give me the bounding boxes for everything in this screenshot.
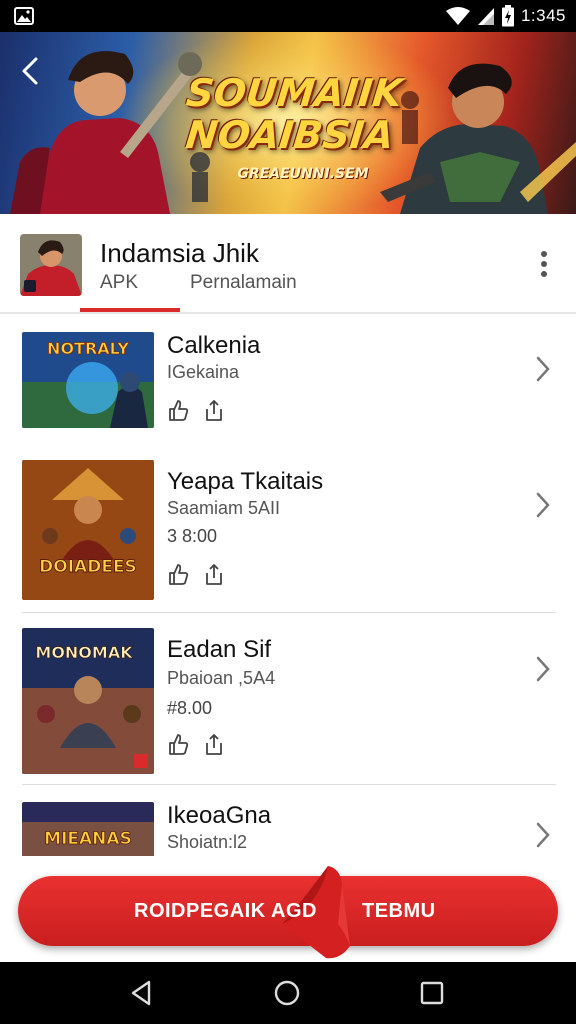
nav-home-icon[interactable] xyxy=(272,978,302,1008)
item-title: Yeapa Tkaitais xyxy=(167,468,324,495)
cta-label-right: TEBMU xyxy=(362,900,436,922)
chevron-right-icon[interactable] xyxy=(534,354,552,384)
thumb-text: NOTRALY xyxy=(47,339,129,358)
list-item[interactable]: DOIADEES Yeapa Tkaitais Saamiam 5AII 3 8… xyxy=(0,458,576,612)
item-title: IkeoaGna xyxy=(167,802,272,829)
item-thumbnail: MONOMAK xyxy=(22,628,154,774)
item-actions xyxy=(167,732,225,756)
more-options-icon[interactable] xyxy=(534,248,554,280)
tab-apk[interactable]: APK xyxy=(100,272,138,294)
share-icon[interactable] xyxy=(203,398,225,422)
item-thumbnail: NOTRALY xyxy=(22,332,154,428)
back-arrow-icon[interactable] xyxy=(18,56,44,86)
thumbs-up-icon[interactable] xyxy=(167,562,189,586)
chevron-right-icon[interactable] xyxy=(534,820,552,850)
app-icon xyxy=(20,234,82,296)
list-divider xyxy=(22,612,556,613)
list-divider xyxy=(22,784,556,785)
share-icon[interactable] xyxy=(203,732,225,756)
nav-back-icon[interactable] xyxy=(127,978,157,1008)
item-price: 3 8:00 xyxy=(167,526,218,546)
item-subtitle: Shoiatn:l2 xyxy=(167,832,248,852)
list-item[interactable]: MIEANAS IkeoaGna Shoiatn:l2 xyxy=(0,800,576,856)
banner-subtitle: GREAEUNNI.SEM xyxy=(237,166,369,182)
list-item[interactable]: MONOMAK Eadan Sif Pbaioan ,5A4 #8.00 xyxy=(0,626,576,784)
thumbs-up-icon[interactable] xyxy=(167,732,189,756)
item-title: Eadan Sif xyxy=(167,636,272,663)
system-nav-bar xyxy=(0,962,576,1024)
item-actions xyxy=(167,398,225,422)
hero-banner: SOUMAIIK NOAIBSIA GREAEUNNI.SEM xyxy=(0,32,576,214)
thumbs-up-icon[interactable] xyxy=(167,398,189,422)
gallery-notification-icon xyxy=(14,7,34,25)
clock: 1:345 xyxy=(520,6,566,25)
app-header: Indamsia Jhik APK Pernalamain xyxy=(0,214,576,314)
item-title: Calkenia xyxy=(167,332,261,359)
app-list[interactable]: NOTRALY Calkenia IGekaina DOIADEES Yeapa… xyxy=(0,316,576,856)
list-item[interactable]: NOTRALY Calkenia IGekaina xyxy=(0,316,576,456)
thumb-text: DOIADEES xyxy=(39,557,137,577)
cta-label-left: ROIDPEGAIK AGD xyxy=(134,900,317,922)
item-thumbnail: DOIADEES xyxy=(22,460,154,600)
banner-title: SOUMAIIK NOAIBSIA xyxy=(168,71,417,157)
thumb-text: MIEANAS xyxy=(44,829,132,849)
chevron-right-icon[interactable] xyxy=(534,490,552,520)
share-icon[interactable] xyxy=(203,562,225,586)
banner-title-line1: SOUMAIIK xyxy=(184,71,405,115)
status-bar: 1:345 xyxy=(0,0,576,32)
banner-title-line2: NOAIBSIA xyxy=(183,113,396,157)
item-actions xyxy=(167,562,225,586)
app-name: Indamsia Jhik xyxy=(100,238,259,268)
thumb-text: MONOMAK xyxy=(35,643,133,662)
item-subtitle: Saamiam 5AII xyxy=(167,498,281,518)
item-thumbnail: MIEANAS xyxy=(22,802,154,856)
item-subtitle: IGekaina xyxy=(167,362,240,382)
bottom-action-area: ROIDPEGAIK AGD TEBMU xyxy=(0,856,576,962)
item-price: #8.00 xyxy=(167,698,213,718)
item-subtitle: Pbaioan ,5A4 xyxy=(167,668,276,688)
cellular-signal-icon xyxy=(477,8,494,25)
nav-recents-icon[interactable] xyxy=(417,978,447,1008)
wifi-icon xyxy=(445,7,470,25)
battery-charging-icon xyxy=(501,5,514,27)
tab-permissions[interactable]: Pernalamain xyxy=(190,272,297,294)
active-tab-indicator xyxy=(80,308,180,312)
install-cta-button[interactable]: ROIDPEGAIK AGD TEBMU xyxy=(18,866,558,959)
chevron-right-icon[interactable] xyxy=(534,654,552,684)
